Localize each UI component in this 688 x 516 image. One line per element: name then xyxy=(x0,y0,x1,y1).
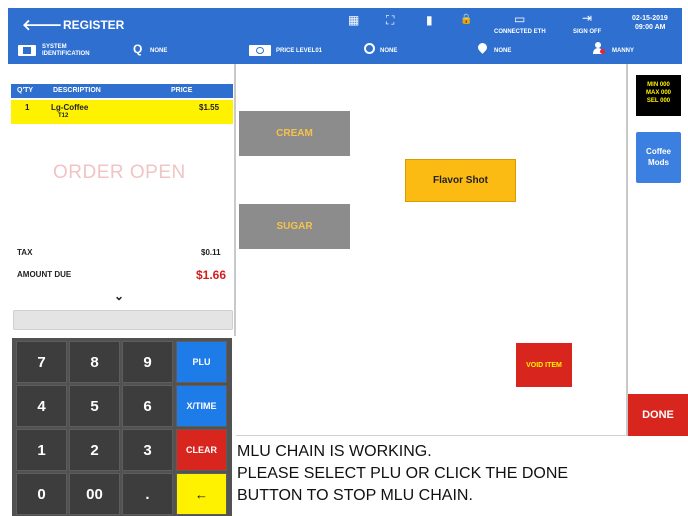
amount-due-label: AMOUNT DUE xyxy=(17,270,72,279)
flavor-shot-button[interactable]: Flavor Shot xyxy=(405,159,516,202)
x-time-button[interactable]: X/TIME xyxy=(176,385,227,427)
app-title: REGISTER xyxy=(63,18,125,32)
coffee-mods-label-2: Mods xyxy=(648,158,669,167)
key-3[interactable]: 3 xyxy=(122,429,173,471)
search-icon[interactable]: Q xyxy=(133,42,142,56)
key-decimal[interactable]: . xyxy=(122,473,173,515)
connected-status: CONNECTED ETH xyxy=(494,29,546,35)
order-scroll-bar[interactable] xyxy=(13,310,233,330)
search-value[interactable]: NONE xyxy=(150,48,167,55)
right-panel: MIN 000 MAX 000 SEL 000 Coffee Mods xyxy=(626,64,688,436)
message-line-3: BUTTON TO STOP MLU CHAIN. xyxy=(237,487,473,504)
item-sub: T12 xyxy=(58,113,69,119)
system-identification[interactable]: SYSTEM IDENTIFICATION xyxy=(42,44,90,58)
system-id-icon[interactable] xyxy=(18,45,36,56)
order-header: Q'TY DESCRIPTION PRICE xyxy=(11,84,233,98)
price-level-icon[interactable] xyxy=(249,45,271,56)
key-00[interactable]: 00 xyxy=(69,473,120,515)
backspace-button[interactable]: ← xyxy=(176,473,227,515)
coffee-mods-label-1: Coffee xyxy=(646,147,671,156)
col-price: PRICE xyxy=(171,87,193,94)
key-9[interactable]: 9 xyxy=(122,341,173,383)
key-2[interactable]: 2 xyxy=(69,429,120,471)
amount-due-value: $1.66 xyxy=(196,268,227,282)
timer-icon[interactable] xyxy=(364,43,375,54)
done-button[interactable]: DONE xyxy=(628,394,688,436)
table-icon[interactable]: ⛶ xyxy=(386,14,394,26)
sign-off-icon[interactable]: ⇥ xyxy=(582,12,592,24)
order-status: ORDER OPEN xyxy=(53,162,186,183)
plu-button[interactable]: PLU xyxy=(176,341,227,383)
computer-icon: ▭ xyxy=(514,12,526,26)
modifier-area: CREAM Flavor Shot SUGAR VOID ITEM xyxy=(236,64,626,436)
min-value: MIN 000 xyxy=(647,82,670,88)
user-icon[interactable] xyxy=(593,42,605,54)
user-name[interactable]: MANNY xyxy=(612,48,634,55)
tax-label: TAX xyxy=(17,248,33,257)
max-value: MAX 000 xyxy=(645,90,671,96)
min-max-display: MIN 000 MAX 000 SEL 000 xyxy=(636,75,681,116)
location-icon[interactable] xyxy=(476,41,489,54)
cream-button[interactable]: CREAM xyxy=(239,111,350,156)
grid-icon[interactable]: ▦ xyxy=(348,14,359,26)
sign-off-label[interactable]: SIGN OFF xyxy=(573,29,601,36)
coffee-mods-button[interactable]: Coffee Mods xyxy=(636,132,681,183)
col-qty: Q'TY xyxy=(17,87,34,94)
key-5[interactable]: 5 xyxy=(69,385,120,427)
mlu-chain-message: MLU CHAIN IS WORKING. PLEASE SELECT PLU … xyxy=(237,441,682,507)
clear-button[interactable]: CLEAR xyxy=(176,429,227,471)
lock-icon[interactable]: 🔒 xyxy=(460,14,472,26)
back-arrow-icon[interactable]: 🡐 xyxy=(22,15,62,34)
time-display: 09:00 AM xyxy=(635,24,666,31)
col-description: DESCRIPTION xyxy=(53,87,101,94)
message-line-1: MLU CHAIN IS WORKING. xyxy=(237,443,432,460)
item-description: Lg-Coffee xyxy=(51,103,89,112)
numeric-keypad: 7 8 9 PLU 4 5 6 X/TIME 1 2 3 CLEAR 0 00 … xyxy=(12,338,232,516)
printer-icon[interactable]: ▮ xyxy=(426,14,433,26)
key-7[interactable]: 7 xyxy=(16,341,67,383)
sugar-button[interactable]: SUGAR xyxy=(239,204,350,249)
item-price: $1.55 xyxy=(199,103,220,112)
item-qty: 1 xyxy=(25,103,30,112)
chevron-down-icon[interactable]: ⌄ xyxy=(114,289,124,303)
key-6[interactable]: 6 xyxy=(122,385,173,427)
date-display: 02-15-2019 xyxy=(632,15,668,22)
void-item-button[interactable]: VOID ITEM xyxy=(516,343,572,387)
sel-value: SEL 000 xyxy=(646,98,671,104)
key-4[interactable]: 4 xyxy=(16,385,67,427)
order-item-row[interactable]: 1 Lg-Coffee T12 $1.55 xyxy=(11,100,233,124)
location-value[interactable]: NONE xyxy=(494,48,511,55)
order-panel: Q'TY DESCRIPTION PRICE 1 Lg-Coffee T12 $… xyxy=(8,64,236,336)
price-level[interactable]: PRICE LEVEL01 xyxy=(276,48,322,55)
key-0[interactable]: 0 xyxy=(16,473,67,515)
timer-value[interactable]: NONE xyxy=(380,48,397,55)
key-8[interactable]: 8 xyxy=(69,341,120,383)
top-bar: 🡐 REGISTER ▦ ⛶ ▮ 🔒 ▭ CONNECTED ETH ⇥ SIG… xyxy=(8,8,682,64)
message-line-2: PLEASE SELECT PLU OR CLICK THE DONE xyxy=(237,465,569,482)
key-1[interactable]: 1 xyxy=(16,429,67,471)
tax-value: $0.11 xyxy=(201,248,221,257)
